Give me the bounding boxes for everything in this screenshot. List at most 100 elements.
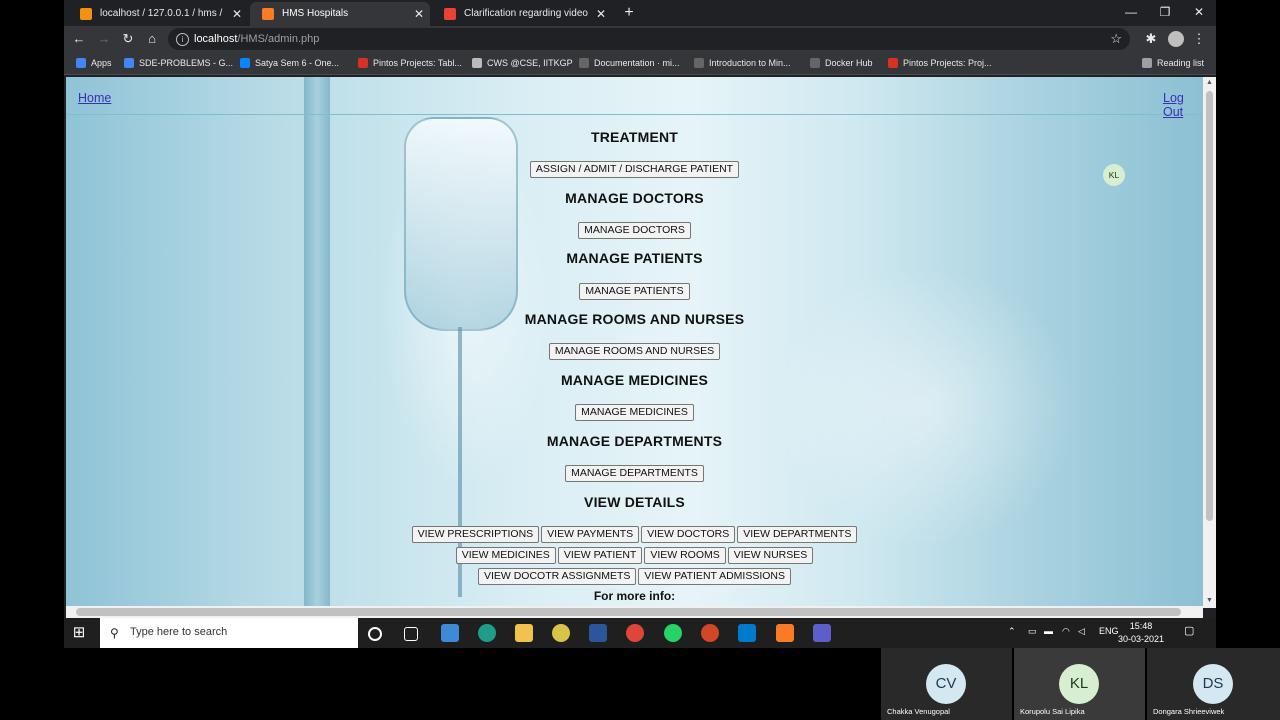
participant-name: Dongara Shrieeviwek <box>1153 707 1225 716</box>
manage-doctors-button[interactable]: MANAGE DOCTORS <box>578 222 691 239</box>
manage-departments-button[interactable]: MANAGE DEPARTMENTS <box>565 465 704 482</box>
tab-phpmyadmin[interactable]: localhost / 127.0.0.1 / hms / adm ✕ <box>68 2 248 26</box>
close-icon[interactable]: ✕ <box>414 2 424 26</box>
manage-patients-button[interactable]: MANAGE PATIENTS <box>579 283 690 300</box>
view-payments-button[interactable]: VIEW PAYMENTS <box>541 526 640 543</box>
bookmark-satya-sem6[interactable]: Satya Sem 6 - One... <box>240 52 339 74</box>
bookmark-intro-min[interactable]: Introduction to Min... <box>694 52 791 74</box>
view-prescriptions-button[interactable]: VIEW PRESCRIPTIONS <box>411 526 540 543</box>
maximize-button[interactable]: ❐ <box>1148 0 1182 24</box>
github-icon <box>579 58 589 68</box>
bookmark-star-icon[interactable]: ☆ <box>1110 28 1122 50</box>
tray-chevron-icon[interactable]: ⌃ <box>1008 626 1016 637</box>
view-doctor-assignments-button[interactable]: VIEW DOCOTR ASSIGNMETS <box>477 568 637 585</box>
task-view-icon[interactable] <box>404 627 418 641</box>
word-icon[interactable] <box>589 624 607 642</box>
minimize-button[interactable]: — <box>1114 0 1148 24</box>
logout-link[interactable]: Log Out <box>1163 91 1203 119</box>
participant-tile: KL Korupolu Sai Lipika <box>1014 648 1145 720</box>
participant-name: Chakka Venugopal <box>887 707 950 716</box>
xampp-icon[interactable] <box>776 624 794 642</box>
close-icon[interactable]: ✕ <box>232 2 242 26</box>
avatar: DS <box>1193 664 1233 704</box>
view-rooms-button[interactable]: VIEW ROOMS <box>644 547 726 564</box>
forward-button[interactable]: → <box>95 30 113 48</box>
file-explorer-icon[interactable] <box>515 624 533 642</box>
bookmark-sde-problems[interactable]: SDE-PROBLEMS - G... <box>124 52 233 74</box>
store-icon[interactable] <box>441 624 459 642</box>
whatsapp-icon[interactable] <box>664 624 682 642</box>
bookmark-pintos-proj[interactable]: Pintos Projects: Proj... <box>888 52 992 74</box>
volume-icon[interactable]: ◁ <box>1078 626 1085 637</box>
section-heading: VIEW DETAILS <box>584 494 685 510</box>
search-icon: ⚲ <box>110 626 119 640</box>
windows-start-icon[interactable]: ⊞ <box>70 624 88 642</box>
close-window-button[interactable]: ✕ <box>1182 0 1216 24</box>
info-icon[interactable]: i <box>176 33 189 46</box>
bookmark-apps[interactable]: Apps <box>76 52 112 74</box>
language-indicator[interactable]: ENG <box>1099 626 1119 636</box>
back-button[interactable]: ← <box>70 30 88 48</box>
page-content: Home Log Out TREATMENT ASSIGN / ADMIT / … <box>66 77 1203 606</box>
view-nurses-button[interactable]: VIEW NURSES <box>727 547 814 564</box>
profile-avatar[interactable] <box>1168 31 1184 47</box>
vscode-icon[interactable] <box>738 624 756 642</box>
bookmark-docker-hub[interactable]: Docker Hub <box>810 52 873 74</box>
extensions-icon[interactable]: ✱ <box>1142 30 1160 48</box>
clock[interactable]: 15:48 30-03-2021 <box>1118 620 1164 646</box>
teams-icon[interactable] <box>813 624 831 642</box>
section-heading: MANAGE DEPARTMENTS <box>546 433 723 449</box>
taskbar: ⊞ ⚲ Type here to search ⌃ ▭ ▬ ◠ ◁ ENG 15… <box>64 618 1216 648</box>
edge-icon[interactable] <box>478 624 496 642</box>
manage-medicines-button[interactable]: MANAGE MEDICINES <box>575 404 694 421</box>
battery-icon[interactable]: ▬ <box>1044 626 1053 636</box>
address-bar[interactable]: i localhost/HMS/admin.php ☆ <box>168 28 1130 50</box>
top-nav: Home Log Out <box>66 77 1203 119</box>
browser-window: localhost / 127.0.0.1 / hms / adm ✕ HMS … <box>64 0 1216 648</box>
view-doctors-button[interactable]: VIEW DOCTORS <box>641 526 736 543</box>
scroll-down-icon[interactable]: ▼ <box>1206 597 1213 604</box>
close-icon[interactable]: ✕ <box>596 2 606 26</box>
home-button[interactable]: ⌂ <box>143 30 161 48</box>
view-patient-admissions-button[interactable]: VIEW PATIENT ADMISSIONS <box>638 568 792 585</box>
taskbar-search[interactable]: ⚲ Type here to search <box>100 618 358 648</box>
tab-gmail[interactable]: Clarification regarding video subm ✕ <box>432 2 612 26</box>
section-heading: MANAGE PATIENTS <box>566 250 703 266</box>
vertical-scrollbar[interactable]: ▲ ▼ <box>1203 77 1216 608</box>
cortana-icon[interactable] <box>368 627 382 641</box>
tab-bar: localhost / 127.0.0.1 / hms / adm ✕ HMS … <box>64 0 1216 26</box>
bookmark-pintos-table[interactable]: Pintos Projects: Tabl... <box>358 52 462 74</box>
bookmark-documentation[interactable]: Documentation · mi... <box>579 52 680 74</box>
chrome-icon[interactable] <box>626 624 644 642</box>
manage-rooms-nurses-button[interactable]: MANAGE ROOMS AND NURSES <box>548 343 721 360</box>
reading-list[interactable]: Reading list <box>1142 52 1204 74</box>
section-manage-medicines: MANAGE MEDICINES MANAGE MEDICINES <box>66 372 1203 421</box>
tab-hms-hospitals[interactable]: HMS Hospitals ✕ <box>250 2 430 26</box>
docker-icon <box>810 58 820 68</box>
scrollbar-thumb[interactable] <box>1206 91 1213 521</box>
github-icon <box>694 58 704 68</box>
url-host: localhost/HMS/admin.php <box>194 33 320 45</box>
view-patient-button[interactable]: VIEW PATIENT <box>557 547 643 564</box>
bookmark-cws[interactable]: CWS @CSE, IITKGP <box>472 52 573 74</box>
reload-button[interactable]: ↻ <box>119 30 137 48</box>
gmail-favicon-icon <box>444 8 456 20</box>
scrollbar-thumb[interactable] <box>76 608 1181 616</box>
footer: For more info: <box>66 589 1203 603</box>
horizontal-scrollbar[interactable] <box>66 606 1203 618</box>
meet-now-icon[interactable]: ▭ <box>1028 626 1037 637</box>
notifications-icon[interactable]: ▢ <box>1184 624 1194 637</box>
app-icon[interactable] <box>552 624 570 642</box>
assign-admit-discharge-button[interactable]: ASSIGN / ADMIT / DISCHARGE PATIENT <box>529 161 740 178</box>
powerpoint-icon[interactable] <box>701 624 719 642</box>
scroll-up-icon[interactable]: ▲ <box>1206 79 1213 86</box>
view-departments-button[interactable]: VIEW DEPARTMENTS <box>737 526 858 543</box>
apps-grid-icon <box>76 58 86 68</box>
home-link[interactable]: Home <box>78 91 111 105</box>
section-treatment: TREATMENT ASSIGN / ADMIT / DISCHARGE PAT… <box>66 129 1203 178</box>
view-medicines-button[interactable]: VIEW MEDICINES <box>455 547 556 564</box>
tab-title: HMS Hospitals <box>282 8 349 19</box>
wifi-icon[interactable]: ◠ <box>1062 626 1070 637</box>
browser-menu-icon[interactable]: ⋮ <box>1190 30 1208 48</box>
new-tab-button[interactable]: + <box>618 2 640 24</box>
